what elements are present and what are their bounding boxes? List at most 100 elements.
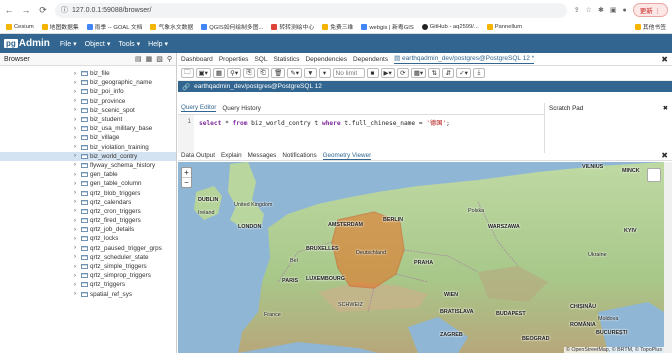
- tree-item[interactable]: › qrtz_cron_triggers: [0, 207, 176, 216]
- tab-query-history[interactable]: Query History: [222, 105, 261, 112]
- delete-icon[interactable]: 🗑: [271, 68, 286, 78]
- bookmark-item[interactable]: 免费三维: [322, 22, 353, 31]
- download-icon[interactable]: ⤓: [472, 68, 485, 78]
- tree-item[interactable]: › biz_file: [0, 69, 176, 78]
- results-scrollbar[interactable]: [664, 162, 672, 353]
- tab-notifications[interactable]: Notifications: [282, 152, 316, 159]
- tree-item[interactable]: › spatial_ref_sys: [0, 290, 176, 299]
- tree-item[interactable]: › qrtz_blob_triggers: [0, 188, 176, 197]
- menu-object[interactable]: Object ▾: [85, 40, 111, 48]
- tab-data-output[interactable]: Data Output: [181, 152, 215, 159]
- update-button[interactable]: 更新 ⋮: [632, 3, 668, 17]
- chevron-right-icon[interactable]: ›: [74, 282, 81, 288]
- tab-statistics[interactable]: Statistics: [273, 56, 299, 63]
- chevron-right-icon[interactable]: ›: [74, 126, 81, 132]
- back-icon[interactable]: ←: [4, 5, 14, 15]
- tree-item[interactable]: › qrtz_scheduler_state: [0, 253, 176, 262]
- bookmark-item[interactable]: 雨季 -- GOAL 文档: [86, 22, 142, 31]
- forward-icon[interactable]: →: [21, 5, 31, 15]
- tree-item[interactable]: › qrtz_calendars: [0, 198, 176, 207]
- tree-item[interactable]: › qrtz_simprop_triggers: [0, 271, 176, 280]
- star-icon[interactable]: ☆: [586, 6, 592, 14]
- tree-item[interactable]: › biz_usa_military_base: [0, 124, 176, 133]
- tree-item[interactable]: › qrtz_simple_triggers: [0, 262, 176, 271]
- bookmark-item[interactable]: Pannellum: [486, 23, 522, 30]
- chevron-right-icon[interactable]: ›: [74, 190, 81, 196]
- chevron-right-icon[interactable]: ›: [74, 71, 81, 77]
- view-icon[interactable]: ▧: [156, 55, 163, 63]
- layers-button[interactable]: [647, 168, 661, 182]
- sidepanel-icon[interactable]: ▣: [610, 6, 617, 14]
- chevron-right-icon[interactable]: ›: [74, 117, 81, 123]
- zoom-in-button[interactable]: +: [182, 168, 191, 177]
- database-icon[interactable]: ▤: [135, 55, 142, 63]
- share-icon[interactable]: ⇪: [574, 6, 580, 14]
- tab-sql[interactable]: SQL: [254, 56, 267, 63]
- bookmark-item[interactable]: 其他书签: [634, 22, 666, 31]
- tab-messages[interactable]: Messages: [248, 152, 277, 159]
- limit-select[interactable]: No limit: [332, 68, 365, 78]
- chevron-right-icon[interactable]: ›: [74, 264, 81, 270]
- tab-dashboard[interactable]: Dashboard: [181, 56, 213, 63]
- address-bar[interactable]: ⓘ 127.0.0.1:59088/browser/: [55, 2, 567, 18]
- commit-icon[interactable]: ⇅: [428, 68, 441, 78]
- filter-options-icon[interactable]: ▾: [318, 68, 331, 78]
- close-icon[interactable]: ✖: [661, 55, 668, 64]
- bookmark-item[interactable]: 转转测绘中心: [271, 22, 314, 31]
- sql-editor[interactable]: 1 select * from biz_world_contry t where…: [178, 114, 544, 153]
- explain-icon[interactable]: ⟳: [396, 68, 409, 78]
- tree-item[interactable]: › gen_table: [0, 170, 176, 179]
- macros-icon[interactable]: ✓▾: [456, 68, 471, 78]
- extension-icon[interactable]: ✱: [598, 6, 604, 14]
- chevron-right-icon[interactable]: ›: [74, 208, 81, 214]
- bookmark-item[interactable]: 地图数据集: [41, 22, 79, 31]
- chevron-right-icon[interactable]: ›: [74, 218, 81, 224]
- tree-item[interactable]: › qrtz_locks: [0, 234, 176, 243]
- tree-item[interactable]: › biz_scenic_spot: [0, 106, 176, 115]
- menu-help[interactable]: Help ▾: [148, 40, 168, 48]
- edit-icon[interactable]: ✎▾: [287, 68, 303, 78]
- tree-item[interactable]: › biz_violation_training: [0, 143, 176, 152]
- bookmark-item[interactable]: Cesium: [6, 23, 34, 30]
- tree-item[interactable]: › qrtz_job_details: [0, 225, 176, 234]
- chevron-right-icon[interactable]: ›: [74, 236, 81, 242]
- chevron-right-icon[interactable]: ›: [74, 98, 81, 104]
- tree-item[interactable]: › flyway_schema_history: [0, 161, 176, 170]
- tree-item[interactable]: › biz_world_contry: [0, 151, 176, 161]
- tree-item[interactable]: › gen_table_column: [0, 179, 176, 188]
- zoom-out-button[interactable]: −: [182, 177, 191, 187]
- chevron-right-icon[interactable]: ›: [74, 162, 81, 168]
- chevron-right-icon[interactable]: ›: [74, 89, 81, 95]
- chevron-right-icon[interactable]: ›: [74, 181, 81, 187]
- tree-item[interactable]: › biz_province: [0, 97, 176, 106]
- chevron-right-icon[interactable]: ›: [74, 273, 81, 279]
- chevron-right-icon[interactable]: ›: [74, 245, 81, 251]
- bookmark-item[interactable]: GitHub - aq2599/...: [421, 23, 479, 30]
- tree-item[interactable]: › qrtz_fired_triggers: [0, 216, 176, 225]
- bookmark-item[interactable]: webgis | 新粤GIS: [361, 22, 414, 31]
- chevron-right-icon[interactable]: ›: [74, 172, 81, 178]
- tree-item[interactable]: › qrtz_paused_trigger_grps: [0, 244, 176, 253]
- chevron-right-icon[interactable]: ›: [74, 199, 81, 205]
- chevron-right-icon[interactable]: ›: [74, 80, 81, 86]
- chevron-right-icon[interactable]: ›: [74, 291, 81, 297]
- find-icon[interactable]: ⚲▾: [227, 68, 242, 78]
- tree-item[interactable]: › biz_student: [0, 115, 176, 124]
- sql-code[interactable]: select * from biz_world_contry t where t…: [199, 118, 450, 127]
- tab-query-editor[interactable]: Query Editor: [181, 104, 217, 112]
- open-file-icon[interactable]: 🗀: [181, 68, 194, 78]
- tab-explain[interactable]: Explain: [221, 152, 242, 159]
- tab-geometry-viewer[interactable]: Geometry Viewer: [322, 152, 372, 160]
- tree-item[interactable]: › qrtz_triggers: [0, 280, 176, 289]
- filter-icon[interactable]: ▼: [304, 68, 317, 78]
- save-data-icon[interactable]: ▦: [212, 68, 226, 78]
- profile-icon[interactable]: ●: [622, 7, 626, 14]
- bookmark-item[interactable]: QGIS如何绘制多图...: [201, 22, 263, 31]
- reload-icon[interactable]: ⟳: [38, 5, 48, 15]
- tree-item[interactable]: › biz_village: [0, 133, 176, 142]
- tab-query-tool[interactable]: ▤ earthqadmin_dev/postgres@PostgreSQL 12…: [394, 54, 535, 64]
- tab-dependencies[interactable]: Dependencies: [305, 56, 347, 63]
- menu-file[interactable]: File ▾: [60, 40, 77, 48]
- explain-analyze-icon[interactable]: ▦▾: [410, 68, 427, 78]
- chevron-right-icon[interactable]: ›: [74, 227, 81, 233]
